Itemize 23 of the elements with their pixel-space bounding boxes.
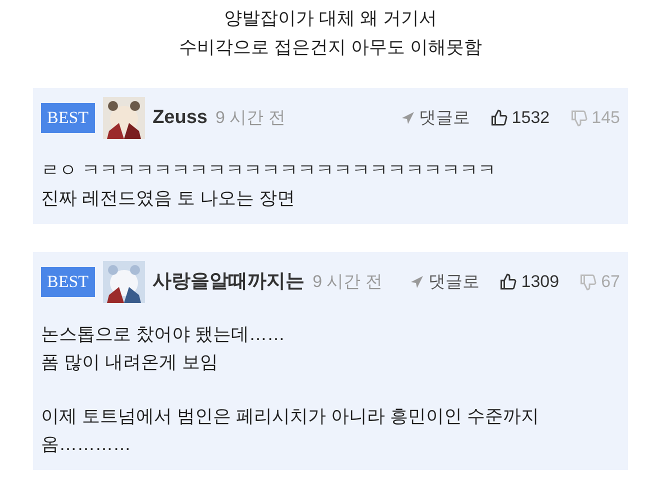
thumbs-up-icon (490, 109, 508, 127)
caption-text: 양발잡이가 대체 왜 거기서 (224, 7, 437, 30)
comment-text: ㄹㅇ ㅋㅋㅋㅋㅋㅋㅋㅋㅋㅋㅋㅋㅋㅋㅋㅋㅋㅋㅋㅋㅋㅋㅋ (41, 159, 498, 182)
caption-text: 수비각으로 접은건지 아무도 이해못함 (178, 36, 482, 59)
thumbs-down-icon (570, 109, 588, 127)
time-ago: 9 시간 전 (312, 271, 382, 294)
author-name[interactable]: Zeuss (152, 104, 208, 132)
like-button[interactable]: 1532 (490, 105, 550, 131)
time-ago: 9 시간 전 (215, 107, 286, 130)
send-icon (400, 111, 415, 125)
thumbs-down-icon (579, 273, 598, 291)
comment-text: 진짜 레전드였음 토 나오는 장면 (41, 187, 296, 210)
comment-text: 폼 많이 내려온게 보임 (41, 351, 220, 374)
reply-button[interactable]: 댓글로 (400, 105, 470, 131)
author-name[interactable]: 사랑을알때까지는 (152, 268, 305, 296)
reply-button[interactable]: 댓글로 (410, 269, 480, 295)
send-icon (410, 275, 424, 289)
comment-text: 이제 토트넘에서 범인은 페리시치가 아니라 흥민이인 수준까지 옴………… (41, 405, 540, 456)
best-badge: BEST (41, 267, 95, 297)
thumbs-up-icon (499, 273, 518, 291)
like-button[interactable]: 1309 (499, 269, 560, 295)
best-badge: BEST (41, 103, 95, 133)
comment-text: 논스톱으로 찼어야 됐는데…… (41, 323, 286, 346)
